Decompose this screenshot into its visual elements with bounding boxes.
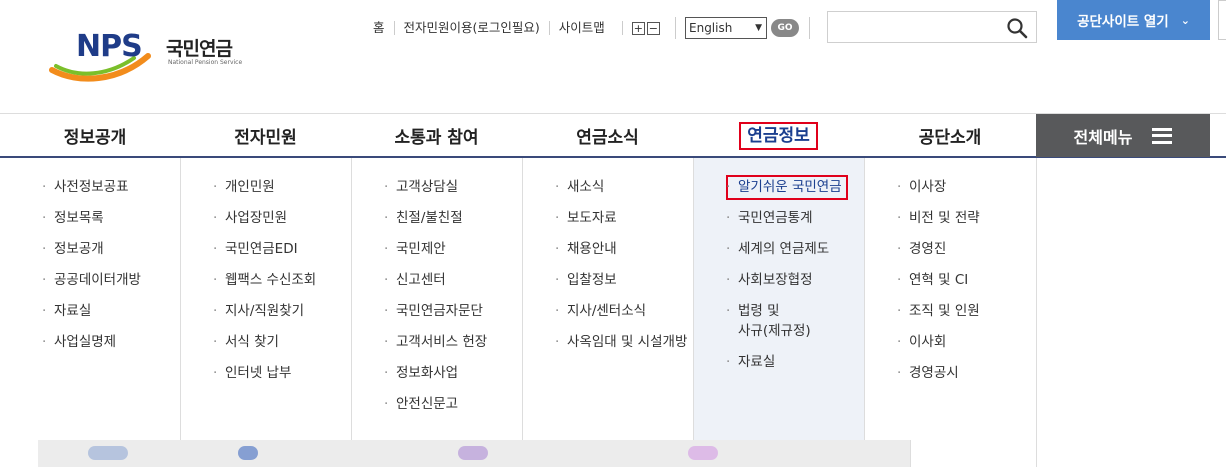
divider [809, 17, 810, 39]
language-selector: English ▼ GO [675, 17, 799, 39]
submenu-column-about: 이사장 비전 및 전략 경영진 연혁 및 CI 조직 및 인원 이사회 경영공시 [864, 158, 1036, 467]
language-select[interactable]: English ▼ [685, 17, 767, 39]
submenu-item[interactable]: 사회보장협정 [694, 270, 864, 290]
utility-links: 홈 전자민원이용(로그인필요) 사이트맵 + − [364, 17, 670, 39]
submenu-item[interactable]: 이사장 [865, 177, 1036, 197]
submenu-item[interactable]: 친절/불친절 [352, 208, 522, 228]
submenu-item[interactable]: 정보목록 [10, 208, 180, 228]
submenu-item[interactable]: 국민연금통계 [694, 208, 864, 228]
submenu-item[interactable]: 웹팩스 수신조회 [181, 270, 351, 290]
submenu-item[interactable]: 자료실 [10, 301, 180, 321]
open-agency-sites-button[interactable]: 공단사이트 열기 ⌄ [1057, 0, 1210, 40]
gnb-item-communication[interactable]: 소통과 참여 [351, 114, 522, 157]
submenu-item-laws[interactable]: 법령 및사규(제규정) [694, 301, 864, 341]
gnb-item-pension-info[interactable]: 연금정보 [693, 114, 864, 157]
submenu-column-info-disclosure: 사전정보공표 정보목록 정보공개 공공데이터개방 자료실 사업실명제 [10, 158, 180, 467]
submenu-item[interactable]: 자료실 [694, 352, 864, 372]
background-banner [38, 440, 910, 467]
submenu-item[interactable]: 신고센터 [352, 270, 522, 290]
submenu-item[interactable]: 국민연금EDI [181, 239, 351, 259]
util-link-home[interactable]: 홈 [364, 21, 394, 35]
zoom-in-button[interactable]: + [631, 21, 645, 35]
submenu-item[interactable]: 조직 및 인원 [865, 301, 1036, 321]
submenu-item[interactable]: 이사회 [865, 332, 1036, 352]
all-menu-button[interactable]: 전체메뉴 [1036, 114, 1210, 157]
dropdown-arrow-icon: ▼ [755, 23, 762, 33]
submenu-item[interactable]: 연혁 및 CI [865, 270, 1036, 290]
main-navigation: 정보공개 전자민원 소통과 참여 연금소식 연금정보 공단소개 전체메뉴 [0, 113, 1226, 158]
hamburger-icon [1152, 127, 1173, 144]
gnb-item-pension-news[interactable]: 연금소식 [522, 114, 693, 157]
submenu-right-spacer [1036, 158, 1210, 467]
submenu-item[interactable]: 공공데이터개방 [10, 270, 180, 290]
submenu-item[interactable]: 안전신문고 [352, 394, 522, 414]
logo-name-en: National Pension Service [168, 59, 243, 66]
zoom-controls: + − [621, 21, 662, 35]
submenu-panel: 사전정보공표 정보목록 정보공개 공공데이터개방 자료실 사업실명제 개인민원 … [10, 158, 1036, 467]
submenu-item-easy-pension[interactable]: 알기쉬운 국민연금 [694, 175, 864, 200]
gnb-item-e-civil[interactable]: 전자민원 [180, 114, 351, 157]
submenu-item[interactable]: 고객상담실 [352, 177, 522, 197]
gnb-item-about[interactable]: 공단소개 [864, 114, 1036, 157]
submenu-column-pension-info: 알기쉬운 국민연금 국민연금통계 세계의 연금제도 사회보장협정 법령 및사규(… [693, 158, 864, 467]
language-go-button[interactable]: GO [771, 19, 799, 37]
gnb-item-info-disclosure[interactable]: 정보공개 [10, 114, 180, 157]
divider [910, 440, 911, 467]
submenu-item[interactable]: 인터넷 납부 [181, 363, 351, 383]
submenu-item[interactable]: 고객서비스 헌장 [352, 332, 522, 352]
util-link-sitemap[interactable]: 사이트맵 [548, 21, 614, 35]
submenu-item[interactable]: 서식 찾기 [181, 332, 351, 352]
search-box [827, 11, 1037, 43]
submenu-item[interactable]: 보도자료 [523, 208, 693, 228]
submenu-item[interactable]: 개인민원 [181, 177, 351, 197]
submenu-item[interactable]: 사업실명제 [10, 332, 180, 352]
chevron-down-icon: ⌄ [1180, 13, 1190, 27]
submenu-item[interactable]: 사옥임대 및 시설개방 [523, 332, 693, 352]
submenu-item[interactable]: 입찰정보 [523, 270, 693, 290]
submenu-column-pension-news: 새소식 보도자료 채용안내 입찰정보 지사/센터소식 사옥임대 및 시설개방 [522, 158, 693, 467]
submenu-column-e-civil: 개인민원 사업장민원 국민연금EDI 웹팩스 수신조회 지사/직원찾기 서식 찾… [180, 158, 351, 467]
logo-name-ko: 국민연금 [166, 38, 233, 60]
header-edge-box [1218, 0, 1226, 40]
submenu-item[interactable]: 채용안내 [523, 239, 693, 259]
submenu-item[interactable]: 경영공시 [865, 363, 1036, 383]
submenu-item[interactable]: 지사/센터소식 [523, 301, 693, 321]
submenu-item[interactable]: 지사/직원찾기 [181, 301, 351, 321]
util-link-e-civil[interactable]: 전자민원이용(로그인필요) [393, 21, 549, 35]
submenu-item[interactable]: 사업장민원 [181, 208, 351, 228]
language-selected-value: English [689, 21, 733, 35]
svg-text:NPS: NPS [76, 29, 142, 64]
search-icon[interactable] [1006, 17, 1028, 39]
submenu-item[interactable]: 세계의 연금제도 [694, 239, 864, 259]
open-agency-sites-label: 공단사이트 열기 [1077, 14, 1169, 30]
submenu-item[interactable]: 새소식 [523, 177, 693, 197]
search-input[interactable] [828, 12, 998, 42]
submenu-item[interactable]: 비전 및 전략 [865, 208, 1036, 228]
submenu-item[interactable]: 경영진 [865, 239, 1036, 259]
zoom-out-button[interactable]: − [646, 21, 660, 35]
submenu-item[interactable]: 사전정보공표 [10, 177, 180, 197]
nps-logo-mark: NPS [49, 29, 151, 82]
submenu-item[interactable]: 국민연금자문단 [352, 301, 522, 321]
submenu-item[interactable]: 정보화사업 [352, 363, 522, 383]
site-header: NPS 국민연금 National Pension Service 홈 전자민원… [0, 0, 1226, 113]
submenu-item[interactable]: 정보공개 [10, 239, 180, 259]
submenu-item[interactable]: 국민제안 [352, 239, 522, 259]
nps-logo[interactable]: NPS 국민연금 National Pension Service [48, 26, 248, 84]
all-menu-label: 전체메뉴 [1073, 127, 1133, 147]
submenu-column-communication: 고객상담실 친절/불친절 국민제안 신고센터 국민연금자문단 고객서비스 헌장 … [351, 158, 522, 467]
